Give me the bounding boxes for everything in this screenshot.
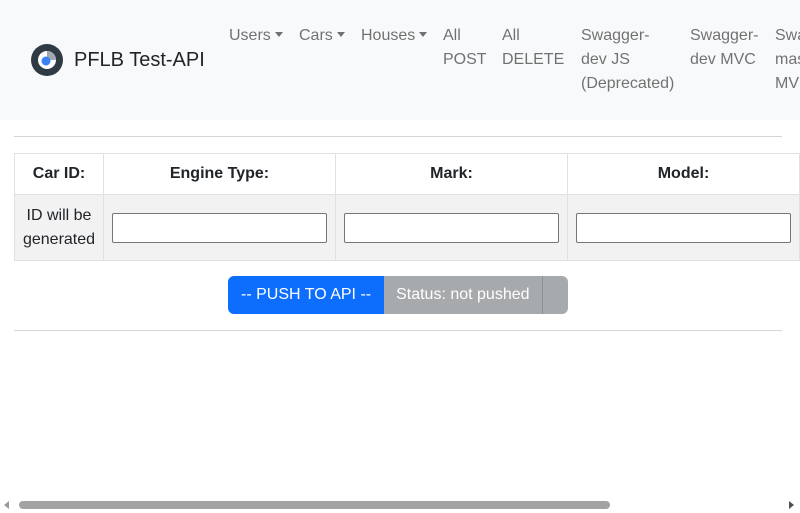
nav-cars-dropdown[interactable]: Cars bbox=[299, 24, 345, 48]
nav-all-delete-line: DELETE bbox=[502, 51, 565, 68]
top-navbar: PFLB Test-API Users Cars Houses All POST… bbox=[0, 0, 800, 120]
nav-swagger-js-line: (Deprecated) bbox=[581, 75, 675, 92]
mark-cell bbox=[335, 194, 568, 261]
status-badge: Status: not pushed bbox=[384, 276, 542, 314]
car-create-table: Car ID: Engine Type: Mark: Model: ID wil… bbox=[14, 153, 800, 261]
id-note-line: generated bbox=[22, 230, 96, 248]
nav-swagger-js-line: Swagger- bbox=[581, 27, 650, 44]
chevron-down-icon bbox=[274, 32, 283, 37]
nav-houses-dropdown[interactable]: Houses bbox=[361, 24, 428, 48]
nav-cars-label: Cars bbox=[299, 27, 333, 44]
model-input[interactable] bbox=[576, 212, 791, 243]
horizontal-scrollbar[interactable] bbox=[0, 497, 800, 513]
divider-bottom bbox=[14, 330, 782, 331]
scroll-left-arrow-icon[interactable] bbox=[4, 501, 9, 509]
nav-all-delete-line: All bbox=[502, 27, 520, 44]
nav-swagger-master-line: mas bbox=[775, 51, 800, 68]
nav-swagger-master-line: MV bbox=[775, 75, 799, 92]
nav-swagger-js-line: dev JS bbox=[581, 51, 630, 68]
brand-link[interactable]: PFLB Test-API bbox=[30, 43, 205, 77]
nav-swagger-master-line: Swa bbox=[775, 27, 800, 44]
nav-all-post-line: All bbox=[443, 27, 461, 44]
mark-input[interactable] bbox=[344, 212, 559, 243]
table-row: ID will be generated bbox=[14, 194, 800, 261]
status-extra-button[interactable] bbox=[541, 276, 568, 314]
nav-swagger-dev-js-link[interactable]: Swagger- dev JS (Deprecated) bbox=[581, 24, 674, 96]
chevron-down-icon bbox=[336, 32, 345, 37]
brand-title: PFLB Test-API bbox=[74, 48, 205, 71]
car-id-cell: ID will be generated bbox=[14, 194, 104, 261]
push-button-group: -- PUSH TO API -- Status: not pushed bbox=[228, 276, 568, 314]
chevron-down-icon bbox=[419, 32, 428, 37]
model-cell bbox=[567, 194, 800, 261]
nav-all-post-line: POST bbox=[443, 51, 487, 68]
nav-swagger-mvc-line: dev MVC bbox=[690, 51, 756, 68]
push-to-api-button[interactable]: -- PUSH TO API -- bbox=[228, 276, 385, 314]
nav-all-post-link[interactable]: All POST bbox=[443, 24, 487, 72]
brand-logo-icon bbox=[31, 44, 63, 76]
nav-swagger-dev-mvc-link[interactable]: Swagger- dev MVC bbox=[690, 24, 758, 72]
scroll-right-arrow-icon[interactable] bbox=[789, 501, 794, 509]
engine-type-input[interactable] bbox=[112, 212, 327, 243]
header-model: Model: bbox=[567, 153, 800, 195]
nav-swagger-master-link[interactable]: Swa mas MV bbox=[775, 24, 800, 96]
nav-houses-label: Houses bbox=[361, 27, 416, 44]
header-car-id: Car ID: bbox=[14, 153, 104, 195]
nav-swagger-mvc-line: Swagger- bbox=[690, 27, 759, 44]
scrollbar-thumb[interactable] bbox=[19, 501, 610, 509]
divider-top bbox=[14, 136, 782, 137]
nav-all-delete-link[interactable]: All DELETE bbox=[502, 24, 564, 72]
header-engine-type: Engine Type: bbox=[103, 153, 336, 195]
id-note-line: ID will be bbox=[26, 206, 92, 224]
table-header-row: Car ID: Engine Type: Mark: Model: bbox=[14, 153, 800, 195]
engine-type-cell bbox=[103, 194, 336, 261]
header-mark: Mark: bbox=[335, 153, 568, 195]
nav-users-label: Users bbox=[229, 27, 271, 44]
nav-users-dropdown[interactable]: Users bbox=[229, 24, 283, 48]
